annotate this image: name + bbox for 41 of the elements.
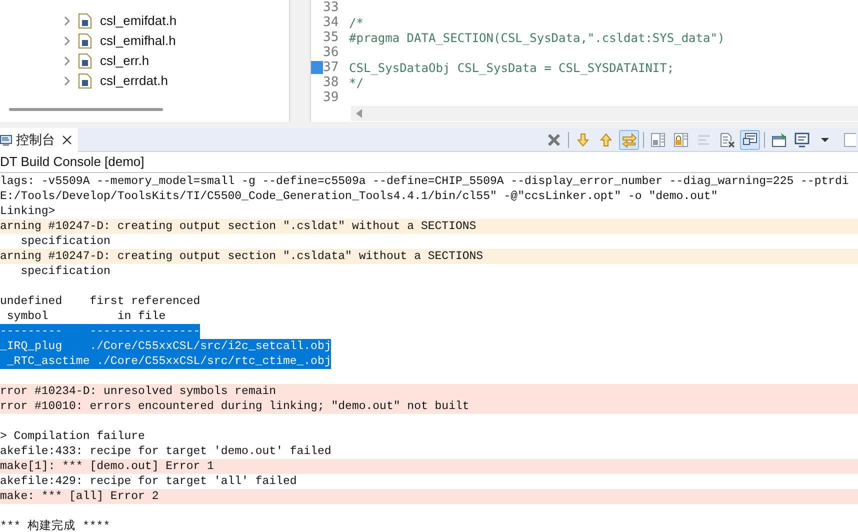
console-line: specification [20,264,110,279]
console-line: akefile:433: recipe for target 'demo.out' failed [0,444,332,459]
header-file-icon [78,13,92,29]
console-line: make: *** [all] Error 2 [0,489,159,504]
header-file-icon [78,73,92,89]
code-line: #pragma DATA_SECTION(CSL_SysData,".csldat:SYS_data") [349,30,725,46]
console-line: make[1]: *** [demo.out] Error 1 [0,459,214,474]
expand-icon[interactable] [64,76,72,86]
expand-icon[interactable] [64,16,72,26]
console-line: rror #10234-D: unresolved symbols remain [0,384,276,399]
file-name[interactable]: csl_emifdat.h [100,11,177,31]
header-file-icon [78,53,92,69]
console-line: arning #10247-D: creating output section ".csldata" without a SECTIONS [0,249,484,264]
code-line: CSL_SysDataObj CSL_SysData = CSL_SYSDATAINIT; [349,60,674,76]
console-line: arning #10247-D: creating output section ".csldat" without a SECTIONS [0,219,476,234]
console-title: DT Build Console [demo] [0,153,144,172]
console-line: symbol in file [6,309,166,324]
message-window-icon[interactable] [740,130,760,150]
console-line: rror #10010: errors encountered during linking; "demo.out" not built [0,399,470,414]
console-line: akefile:429: recipe for target 'all' failed [0,474,297,489]
horizontal-scrollbar[interactable] [9,108,163,110]
expand-icon[interactable] [64,56,72,66]
close-icon[interactable] [62,134,72,144]
file-name[interactable]: csl_errdat.h [100,71,168,91]
expand-icon[interactable] [64,36,72,46]
console-line: lags: -v5509A --memory_model=small -g --define=c5509a --define=CHIP_5509A --display_error_number --diag_warning=225 --ptrdi [0,174,849,189]
code-line: /* [349,14,364,32]
console-line: undefined first referenced [0,294,200,309]
file-name[interactable]: csl_err.h [100,51,150,71]
file-name[interactable]: csl_emifhal.h [100,31,176,51]
console-icon [0,134,12,146]
console-line: specification [20,234,110,249]
console-line: E:/Tools/Develop/ToolsKits/TI/C5500_Code_Generation_Tools4.4.1/bin/cl55" -@"ccsLinker.opt" -o "demo.out" [0,189,718,204]
console-line: *** 构建完成 **** [0,519,110,532]
console-line: Linking> [0,204,56,219]
code-line: */ [349,75,364,92]
console-tab[interactable]: 控制台 [0,128,78,152]
swap-arrows-icon[interactable] [619,130,639,150]
scroll-left-icon[interactable] [356,109,363,118]
console-line: > Compilation failure [0,429,145,444]
header-file-icon [78,33,92,49]
